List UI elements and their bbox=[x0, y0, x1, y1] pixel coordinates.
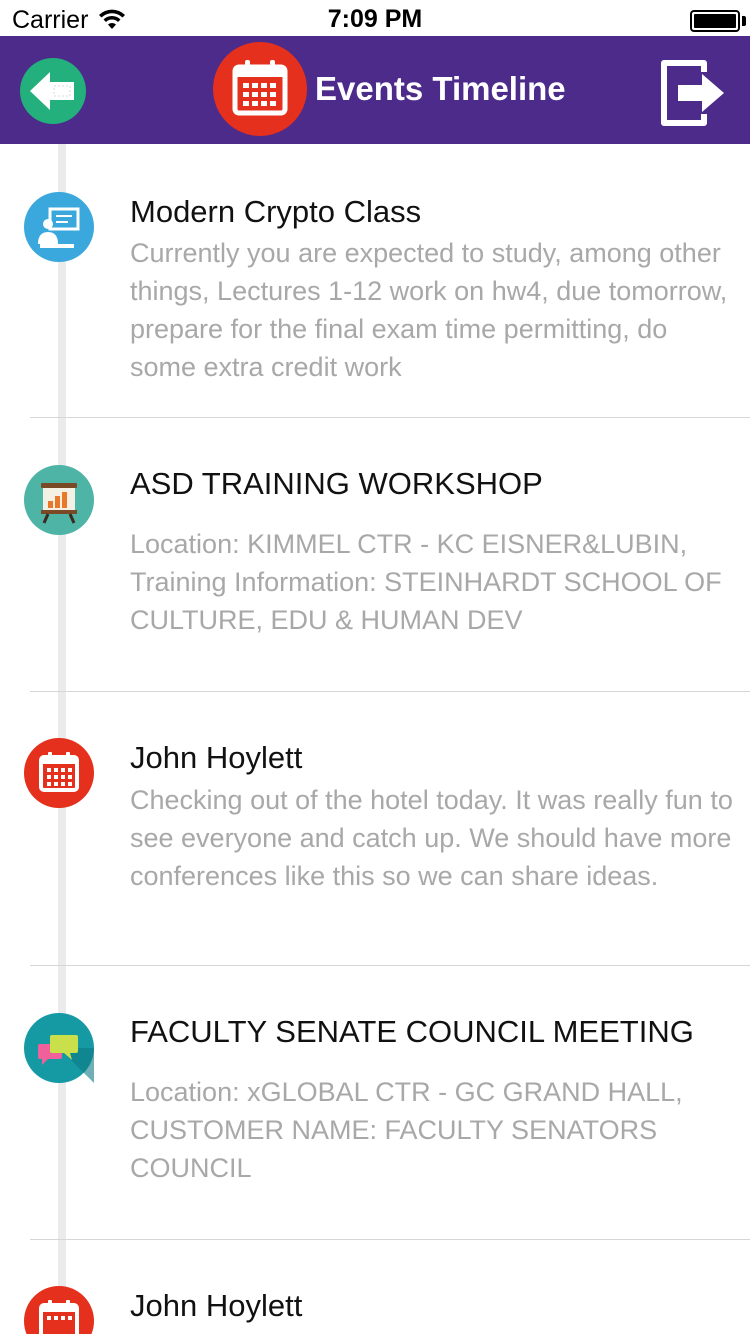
event-title: John Hoylett bbox=[130, 740, 303, 775]
calendar-icon bbox=[232, 60, 288, 116]
event-description: Currently you are expected to study, amo… bbox=[130, 238, 728, 382]
calendar-logo bbox=[213, 42, 307, 136]
event-description: Location: KIMMEL CTR - KC EISNER&LUBIN, … bbox=[130, 529, 722, 635]
back-arrow-icon bbox=[30, 72, 74, 110]
chat-bubbles-icon bbox=[24, 1013, 94, 1083]
nav-bar: Events Timeline bbox=[0, 36, 750, 144]
calendar-icon bbox=[24, 1286, 94, 1334]
event-title: Modern Crypto Class bbox=[130, 194, 422, 229]
event-description: Checking out of the hotel today. It was … bbox=[130, 785, 733, 891]
event-description: Location: xGLOBAL CTR - GC GRAND HALL, C… bbox=[130, 1077, 683, 1183]
event-title: ASD TRAINING WORKSHOP bbox=[130, 466, 543, 501]
event-item[interactable]: John Hoylett bbox=[0, 1240, 750, 1334]
page-title: Events Timeline bbox=[315, 70, 566, 107]
lecture-icon bbox=[24, 192, 94, 262]
logout-button[interactable] bbox=[658, 58, 732, 128]
back-button[interactable] bbox=[20, 58, 86, 124]
event-item[interactable]: ASD TRAINING WORKSHOP Location: KIMMEL C… bbox=[0, 418, 750, 692]
event-item[interactable]: Modern Crypto Class Currently you are ex… bbox=[0, 144, 750, 418]
event-title: FACULTY SENATE COUNCIL MEETING bbox=[130, 1014, 694, 1049]
presentation-board-icon bbox=[24, 465, 94, 535]
clock: 7:09 PM bbox=[327, 5, 423, 33]
event-item[interactable]: FACULTY SENATE COUNCIL MEETING Location:… bbox=[0, 966, 750, 1240]
status-bar: Carrier 7:09 PM bbox=[0, 0, 750, 40]
calendar-icon bbox=[24, 738, 94, 808]
battery-icon bbox=[690, 10, 740, 32]
logout-icon bbox=[661, 60, 724, 126]
event-title: John Hoylett bbox=[130, 1288, 303, 1323]
event-item[interactable]: John Hoylett Checking out of the hotel t… bbox=[0, 692, 750, 966]
battery-tip bbox=[742, 16, 746, 26]
